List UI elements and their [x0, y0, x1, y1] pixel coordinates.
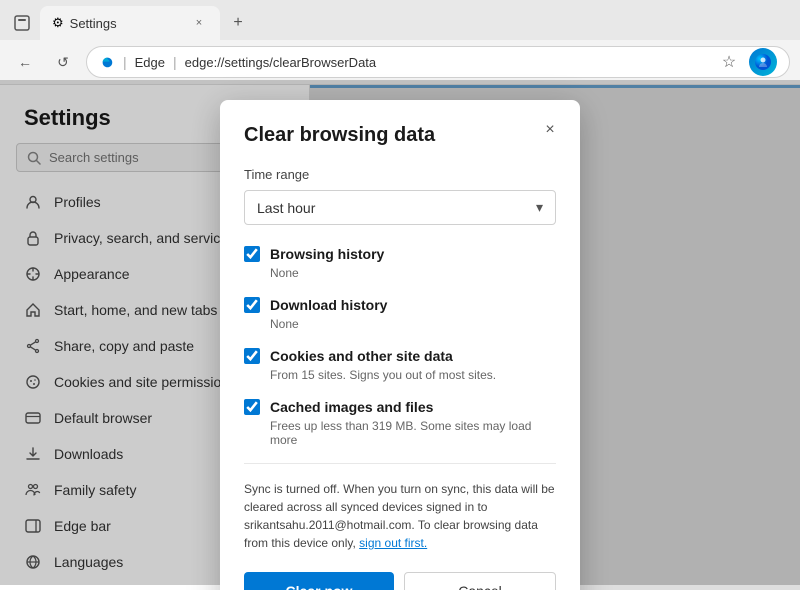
checkbox-browsing-history[interactable] — [244, 246, 260, 262]
checkbox-cached-images[interactable] — [244, 399, 260, 415]
address-brand: Edge — [135, 55, 165, 70]
time-range-value: Last hour — [257, 200, 315, 216]
new-tab-button[interactable]: + — [224, 9, 252, 37]
profile-icon[interactable] — [749, 48, 777, 76]
checkboxes-container: Browsing history None Download history N… — [244, 245, 556, 447]
tab-favicon: ⚙ — [52, 15, 64, 31]
address-separator: | — [123, 54, 127, 70]
checkbox-label-cookies[interactable]: Cookies and other site data — [270, 348, 453, 364]
address-bar-row: ← ↺ | Edge | edge://settings/clearBrowse… — [0, 40, 800, 85]
dialog-close-button[interactable]: × — [536, 116, 564, 144]
dialog-overlay: Clear browsing data × Time range Last ho… — [0, 80, 800, 585]
checkbox-wrap-cookies[interactable] — [244, 348, 260, 369]
time-range-label: Time range — [244, 167, 556, 182]
time-range-dropdown[interactable]: Last hour ▾ — [244, 190, 556, 225]
settings-tab[interactable]: ⚙ Settings × — [40, 6, 220, 40]
checkbox-item-browsing-history: Browsing history None — [244, 245, 556, 280]
address-actions: ☆ — [715, 48, 777, 76]
checkbox-label-browsing-history[interactable]: Browsing history — [270, 246, 384, 262]
checkbox-label-group-cached-images: Cached images and files Frees up less th… — [270, 398, 556, 447]
checkbox-label-download-history[interactable]: Download history — [270, 297, 387, 313]
edge-logo-icon — [99, 54, 115, 70]
checkbox-item-cached-images: Cached images and files Frees up less th… — [244, 398, 556, 447]
checkbox-label-cached-images[interactable]: Cached images and files — [270, 399, 433, 415]
checkbox-label-group-cookies: Cookies and other site data From 15 site… — [270, 347, 496, 382]
address-separator2: | — [173, 54, 177, 70]
favorites-button[interactable]: ☆ — [715, 48, 743, 76]
chevron-down-icon: ▾ — [536, 199, 543, 216]
checkbox-download-history[interactable] — [244, 297, 260, 313]
sign-out-link[interactable]: sign out first. — [359, 536, 427, 550]
checkbox-wrap-browsing-history[interactable] — [244, 246, 260, 267]
tab-close-button[interactable]: × — [190, 14, 208, 32]
checkbox-sub-download-history: None — [270, 317, 387, 331]
back-button[interactable]: ← — [10, 47, 40, 77]
checkbox-sub-cookies: From 15 sites. Signs you out of most sit… — [270, 368, 496, 382]
checkbox-cookies[interactable] — [244, 348, 260, 364]
checkbox-sub-cached-images: Frees up less than 319 MB. Some sites ma… — [270, 419, 556, 447]
dialog-title: Clear browsing data — [244, 124, 556, 147]
clear-browsing-data-dialog: Clear browsing data × Time range Last ho… — [220, 100, 580, 590]
checkbox-sub-browsing-history: None — [270, 266, 384, 280]
divider — [244, 463, 556, 464]
browser-chrome: ⚙ Settings × + ← ↺ | Edge | edge://setti… — [0, 0, 800, 85]
address-url: edge://settings/clearBrowserData — [185, 55, 376, 70]
address-bar[interactable]: | Edge | edge://settings/clearBrowserDat… — [86, 46, 790, 78]
tab-bar: ⚙ Settings × + — [0, 0, 800, 40]
checkbox-label-group-download-history: Download history None — [270, 296, 387, 331]
checkbox-wrap-cached-images[interactable] — [244, 399, 260, 420]
refresh-button[interactable]: ↺ — [48, 47, 78, 77]
checkbox-item-download-history: Download history None — [244, 296, 556, 331]
checkbox-label-group-browsing-history: Browsing history None — [270, 245, 384, 280]
sync-notice: Sync is turned off. When you turn on syn… — [244, 480, 556, 552]
checkbox-wrap-download-history[interactable] — [244, 297, 260, 318]
checkbox-item-cookies: Cookies and other site data From 15 site… — [244, 347, 556, 382]
tab-title: Settings — [70, 16, 184, 31]
tab-icon-button[interactable] — [8, 9, 36, 37]
